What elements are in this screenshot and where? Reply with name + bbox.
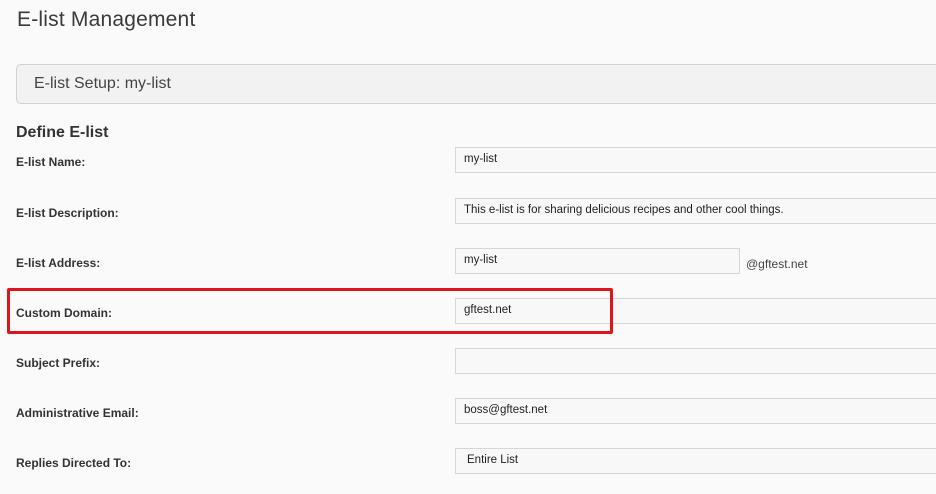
elist-name-field[interactable]: my-list <box>455 147 936 173</box>
elist-address-domain-suffix: @gftest.net <box>746 257 808 271</box>
custom-domain-highlight <box>7 288 613 334</box>
subject-prefix-field[interactable] <box>455 348 936 374</box>
setup-panel: E-list Setup: my-list <box>16 64 936 104</box>
section-heading-define-elist: Define E-list <box>16 124 109 141</box>
elist-management-page: E-list Management E-list Setup: my-list … <box>0 0 936 494</box>
admin-email-label: Administrative Email: <box>16 406 139 420</box>
page-title: E-list Management <box>17 8 196 31</box>
replies-directed-to-label: Replies Directed To: <box>16 456 132 470</box>
setup-panel-title: E-list Setup: my-list <box>34 75 171 92</box>
replies-directed-to-select[interactable]: Entire List <box>455 448 936 474</box>
subject-prefix-label: Subject Prefix: <box>16 356 101 370</box>
elist-address-label: E-list Address: <box>16 256 101 270</box>
admin-email-field[interactable]: boss@gftest.net <box>455 398 936 424</box>
elist-description-label: E-list Description: <box>16 206 119 220</box>
elist-address-field[interactable]: my-list <box>455 248 740 274</box>
elist-description-field[interactable]: This e-list is for sharing delicious rec… <box>455 198 936 224</box>
elist-name-label: E-list Name: <box>16 155 86 169</box>
